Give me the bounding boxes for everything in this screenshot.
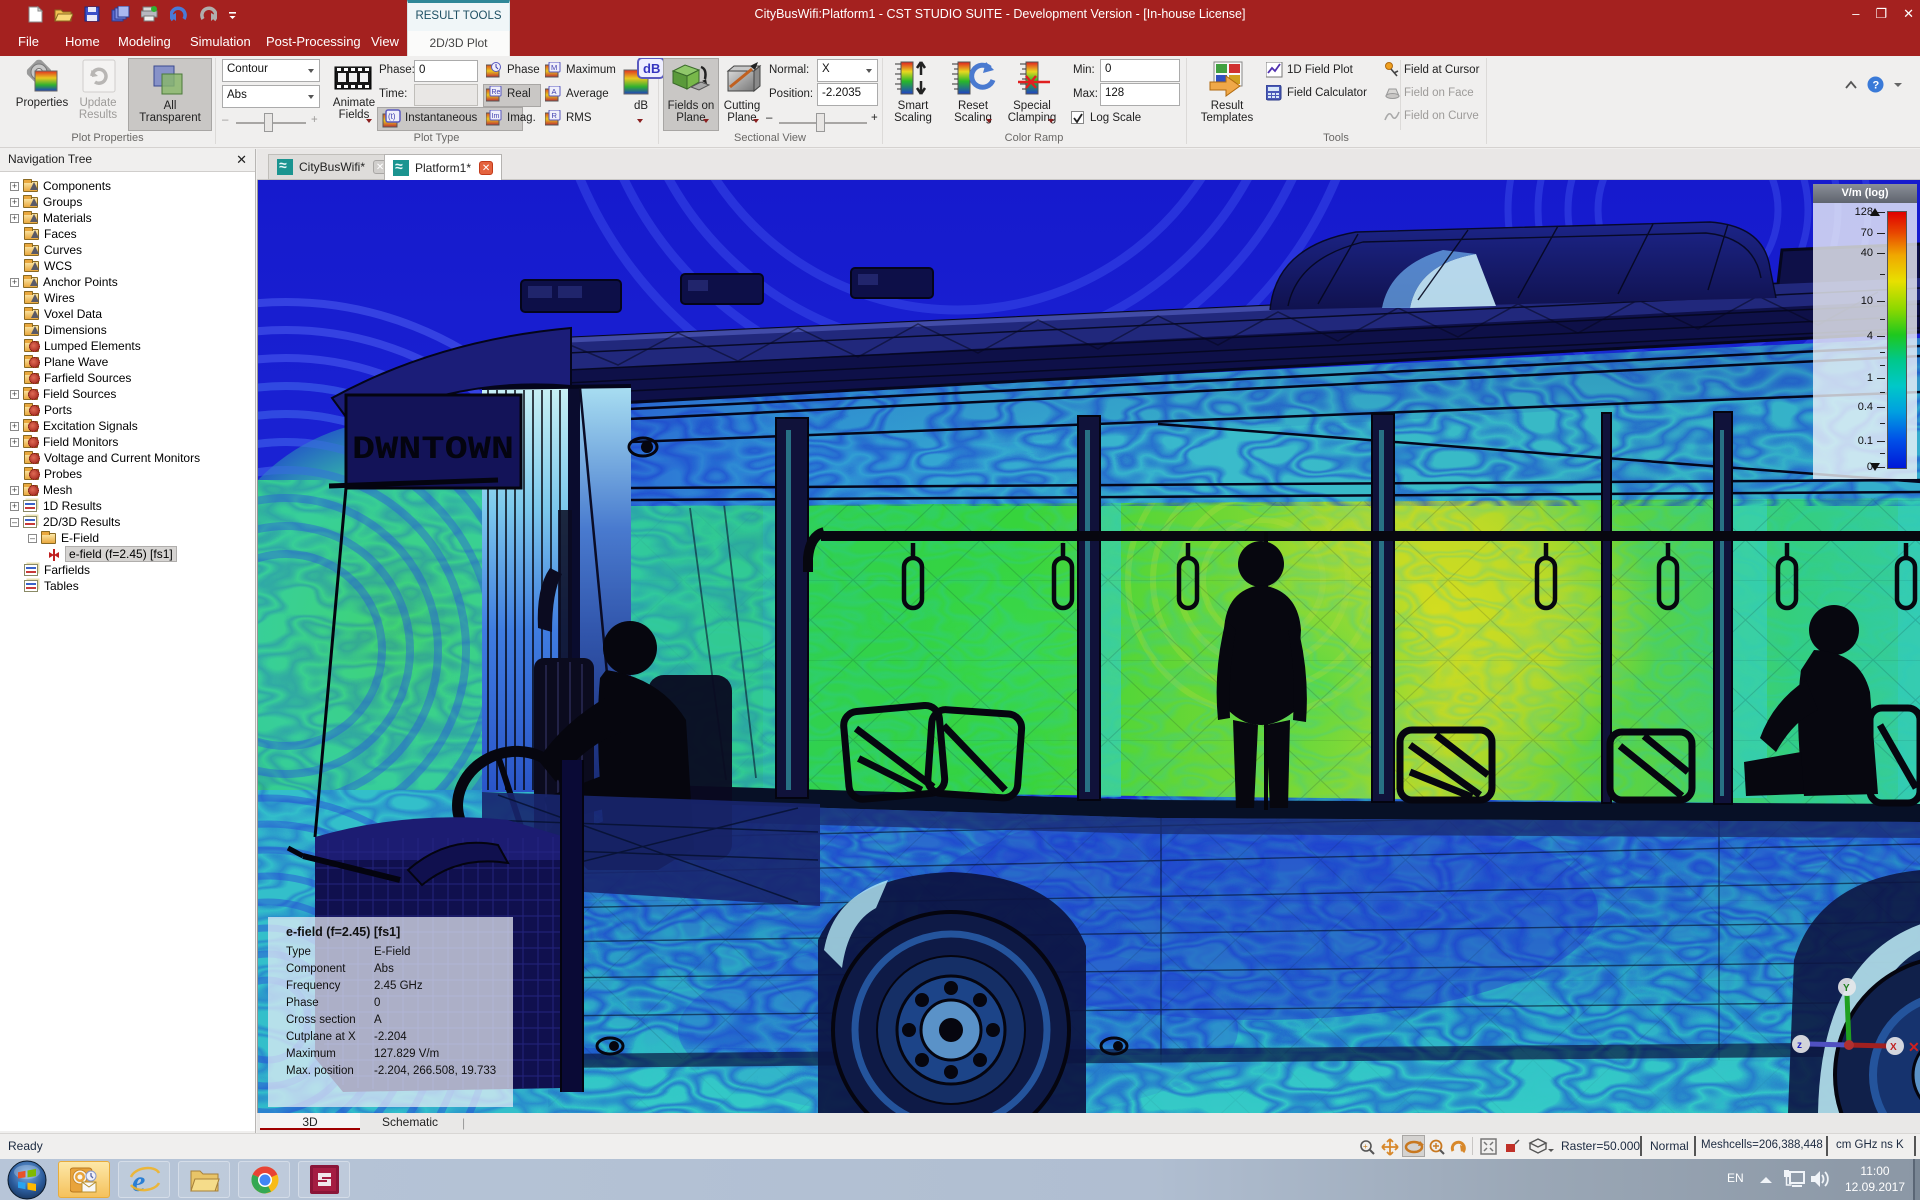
svg-text:?: ? [1873, 80, 1880, 92]
svg-text:DWNTOWN: DWNTOWN [352, 431, 514, 468]
svg-text:X: X [1890, 1042, 1897, 1053]
svg-text:A: A [552, 87, 557, 96]
svg-text:Im: Im [492, 113, 500, 120]
svg-text:(t): (t) [388, 112, 396, 121]
svg-text:✕: ✕ [1908, 1039, 1920, 1055]
svg-text:dB: dB [643, 61, 660, 76]
svg-text:z: z [1797, 1040, 1802, 1051]
svg-text:+: + [1363, 1142, 1368, 1151]
svg-text:Y: Y [1843, 983, 1850, 994]
svg-text:Re: Re [492, 89, 501, 96]
svg-text:R: R [552, 111, 558, 120]
svg-text:M: M [551, 63, 557, 72]
